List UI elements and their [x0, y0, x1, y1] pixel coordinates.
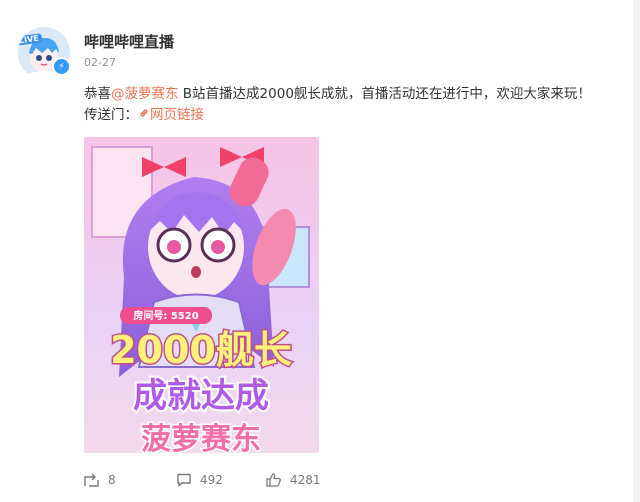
- post-text: 恭喜@菠萝赛东 B站首播达成2000舰长成就，首播活动还在进行中，欢迎大家来玩！…: [84, 84, 592, 126]
- action-bar: 8 492 4281: [84, 473, 593, 491]
- post-image[interactable]: 房间号: 5520 2000舰长 成就达成 菠萝赛东: [84, 137, 319, 453]
- web-link[interactable]: 网页链接: [138, 107, 204, 123]
- text-prefix: 恭喜: [84, 86, 111, 102]
- comment-icon: [176, 473, 192, 487]
- like-icon: [266, 473, 282, 487]
- poster-name: 菠萝赛东: [141, 422, 261, 453]
- mention-link[interactable]: @菠萝赛东: [111, 86, 179, 102]
- web-link-label: 网页链接: [150, 107, 204, 123]
- poster-illustration: 房间号: 5520 2000舰长 成就达成 菠萝赛东: [84, 137, 319, 453]
- feed-card: LIVE ⚡ 哔哩哔哩直播 02-27 恭喜@菠萝赛东 B站首播达成2000舰长…: [0, 0, 633, 502]
- like-button[interactable]: 4281: [266, 473, 321, 487]
- repost-button[interactable]: 8: [84, 473, 116, 487]
- link-icon: [140, 109, 148, 117]
- repost-icon: [84, 473, 100, 487]
- author-name[interactable]: 哔哩哔哩直播: [84, 31, 174, 52]
- post-date[interactable]: 02-27: [84, 56, 116, 69]
- comment-button[interactable]: 492: [176, 473, 223, 487]
- comment-count: 492: [200, 473, 223, 487]
- repost-count: 8: [108, 473, 116, 487]
- room-label: 房间号: 5520: [133, 309, 198, 322]
- poster-headline: 2000舰长: [110, 328, 292, 372]
- verified-icon: ⚡: [52, 57, 71, 76]
- like-count: 4281: [290, 473, 321, 487]
- poster-subline: 成就达成: [133, 376, 269, 416]
